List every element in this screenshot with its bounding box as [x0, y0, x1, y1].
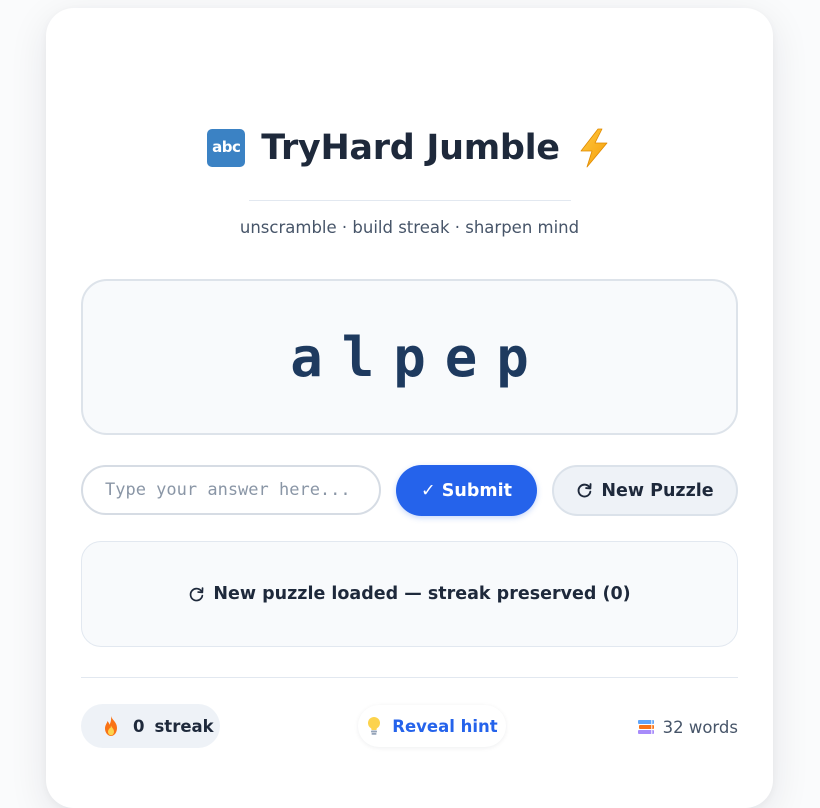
subtitle: unscramble · build streak · sharpen mind: [239, 218, 580, 237]
lightbulb-icon: [368, 717, 381, 735]
streak-badge: 0 streak: [81, 704, 220, 748]
submit-button-label: ✓ Submit: [421, 480, 512, 501]
status-message-panel: New puzzle loaded — streak preserved (0): [81, 541, 738, 647]
title-divider: [249, 200, 571, 201]
reveal-hint-button[interactable]: Reveal hint: [358, 705, 506, 747]
streak-count: 0: [133, 716, 145, 736]
refresh-icon: [577, 483, 592, 498]
books-icon: [637, 720, 654, 734]
game-card: abc TryHard Jumble unscramble · build st…: [46, 8, 773, 808]
streak-label: streak: [154, 716, 214, 736]
new-puzzle-button[interactable]: New Puzzle: [552, 465, 738, 516]
status-message: New puzzle loaded — streak preserved (0): [213, 584, 631, 604]
scrambled-word: alpep: [290, 325, 548, 389]
word-count-text: 32 words: [662, 717, 738, 737]
page-title: TryHard Jumble: [261, 128, 560, 168]
scrambled-word-panel: alpep: [81, 279, 738, 435]
lightning-bolt-icon: [580, 128, 608, 168]
footer-divider: [81, 677, 738, 678]
abc-icon: abc: [207, 129, 246, 167]
reveal-hint-label: Reveal hint: [392, 716, 498, 736]
fire-icon: [105, 716, 117, 736]
answer-input[interactable]: [81, 465, 381, 515]
word-count-indicator: 32 words: [637, 715, 738, 739]
title-row: abc TryHard Jumble: [46, 120, 773, 176]
new-puzzle-button-label: New Puzzle: [601, 480, 714, 501]
abc-icon-text: abc: [212, 138, 241, 156]
refresh-icon: [190, 586, 204, 601]
submit-button[interactable]: ✓ Submit: [396, 465, 537, 516]
